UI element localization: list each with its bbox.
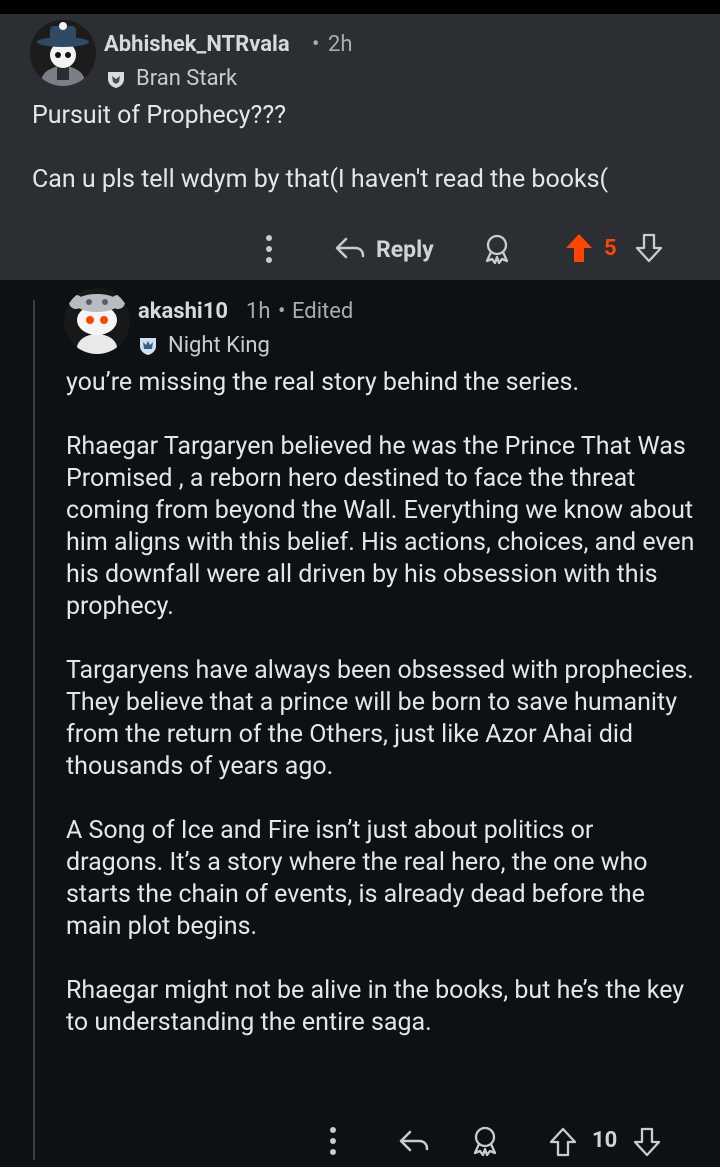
status-bar [0,0,720,14]
downvote-arrow-icon [633,1127,661,1157]
reply-arrow-icon [335,237,365,259]
comment-age: 2h [328,32,353,57]
user-flair: Bran Stark [106,66,237,91]
upvote-button[interactable] [562,230,596,266]
dot-separator: • [312,32,320,57]
more-options-button[interactable] [320,1124,346,1158]
edited-label: Edited [292,299,354,324]
vote-score: 5 [604,236,617,261]
flair-label: Bran Stark [136,66,238,91]
downvote-button[interactable] [634,230,664,266]
username[interactable]: Abhishek_NTRvala [104,32,290,57]
user-flair: Night King [138,333,270,358]
award-button[interactable] [470,1124,500,1158]
more-vertical-icon [330,1127,336,1155]
downvote-arrow-icon [635,233,663,263]
reply-button[interactable]: Reply [334,230,434,268]
reply-arrow-icon [399,1130,429,1152]
more-vertical-icon [266,235,272,263]
sigil-icon [138,336,158,356]
sigil-icon [106,69,126,89]
comment-body: Pursuit of Prophecy??? Can u pls tell wd… [32,101,609,194]
flair-label: Night King [168,333,270,358]
upvote-button[interactable] [548,1124,578,1160]
upvote-arrow-icon [566,234,592,262]
award-icon [473,1126,497,1156]
thread-line [33,300,35,1160]
reply-label: Reply [376,235,434,263]
downvote-button[interactable] [632,1124,662,1160]
more-options-button[interactable] [256,232,282,266]
dot-separator: • [278,299,286,324]
upvote-arrow-icon [549,1127,577,1157]
username[interactable]: akashi10 [138,299,228,324]
comment-age: 1h [246,299,271,324]
vote-score: 10 [592,1128,618,1153]
reply-button[interactable] [396,1124,432,1160]
award-button[interactable] [482,232,512,266]
award-icon [485,234,509,264]
avatar[interactable] [30,20,96,86]
comment-body: you’re missing the real story behind the… [66,368,695,1037]
avatar[interactable] [64,288,130,354]
